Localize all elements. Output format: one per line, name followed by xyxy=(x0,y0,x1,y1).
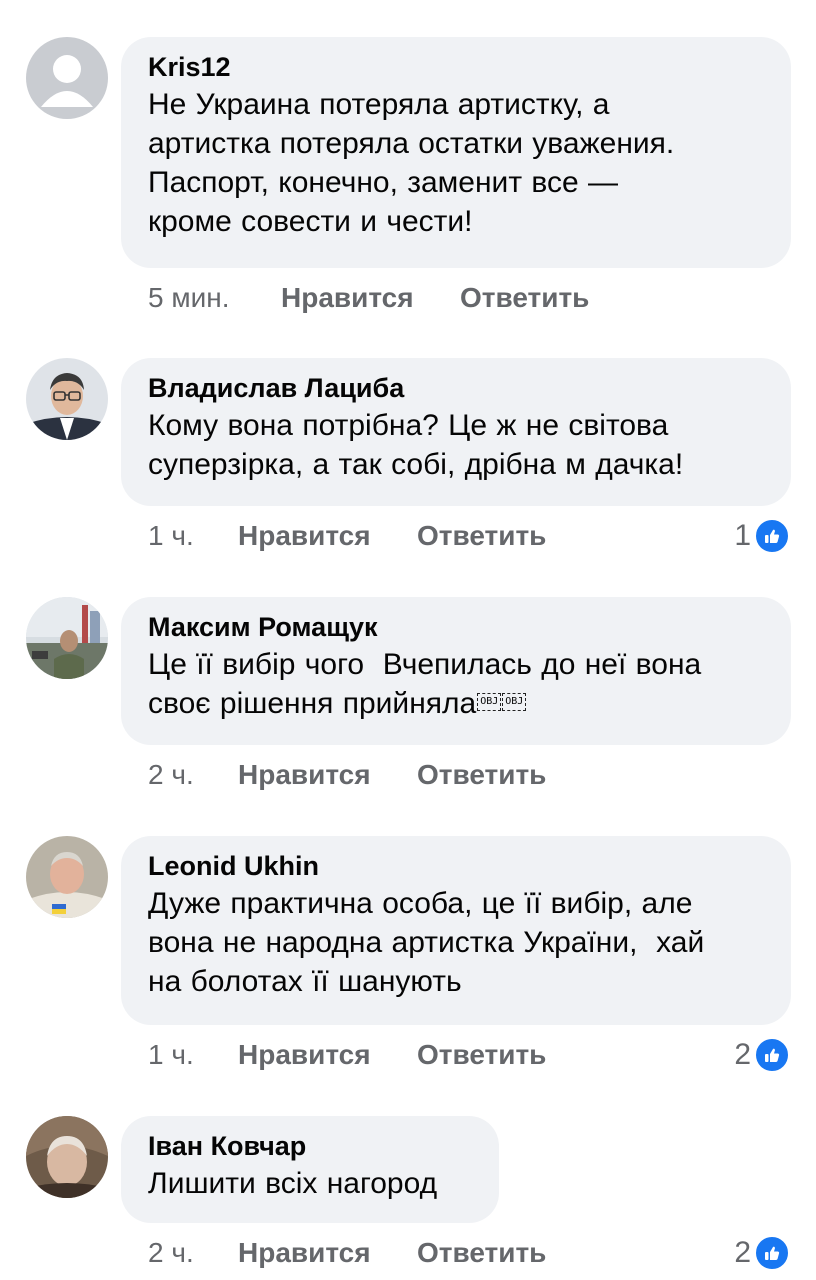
reply-button[interactable]: Ответить xyxy=(417,1035,546,1075)
comment-time[interactable]: 2 ч. xyxy=(148,755,194,795)
comment-time[interactable]: 5 мин. xyxy=(148,278,229,318)
comment-text: Лишити всіх нагород xyxy=(148,1167,438,1200)
like-button[interactable]: Нравится xyxy=(238,516,371,556)
avatar[interactable] xyxy=(26,597,108,679)
comment-author[interactable]: Kris12 xyxy=(148,49,765,85)
comment-bubble: Іван Ковчар Лишити всіх нагород xyxy=(121,1116,499,1223)
comment-author[interactable]: Владислав Лациба xyxy=(148,370,765,406)
avatar[interactable] xyxy=(26,358,108,440)
comment-text: Кому вона потрібна? Це ж не світова супе… xyxy=(148,409,684,481)
comment-author[interactable]: Leonid Ukhin xyxy=(148,848,765,884)
like-button[interactable]: Нравится xyxy=(238,1035,371,1075)
avatar-default-icon[interactable] xyxy=(26,37,108,119)
comment-bubble: Leonid Ukhin Дуже практична особа, це її… xyxy=(121,836,791,1025)
comment-text: Це її вибір чого Вчепилась до неї вона с… xyxy=(148,645,765,723)
comment-author[interactable]: Максим Ромащук xyxy=(148,609,765,645)
avatar[interactable] xyxy=(26,1116,108,1198)
comment-bubble: Максим Ромащук Це її вибір чого Вчепилас… xyxy=(121,597,791,745)
reactions-summary[interactable]: 2 xyxy=(734,1233,790,1273)
like-button[interactable]: Нравится xyxy=(238,755,371,795)
comment-time[interactable]: 1 ч. xyxy=(148,1035,194,1075)
reply-button[interactable]: Ответить xyxy=(417,516,546,556)
reply-button[interactable]: Ответить xyxy=(417,1233,546,1273)
thumbs-up-icon xyxy=(754,1037,790,1073)
avatar[interactable] xyxy=(26,836,108,918)
reactions-summary[interactable]: 2 xyxy=(734,1035,790,1075)
thumbs-up-icon xyxy=(754,1235,790,1271)
reply-button[interactable]: Ответить xyxy=(417,755,546,795)
reply-button[interactable]: Ответить xyxy=(460,278,589,318)
comment-meta: 5 мин. Нравится Ответить xyxy=(148,278,790,318)
reactions-summary[interactable]: 1 xyxy=(734,516,790,556)
reaction-count: 1 xyxy=(734,519,751,552)
comment-time[interactable]: 2 ч. xyxy=(148,1233,194,1273)
reaction-count: 2 xyxy=(734,1038,751,1071)
comment-bubble: Kris12 Не Украина потеряла артистку, а а… xyxy=(121,37,791,268)
thumbs-up-icon xyxy=(754,518,790,554)
comment-meta: 2 ч. Нравится Ответить xyxy=(148,755,790,795)
comment-text: Дуже практична особа, це її вибір, але в… xyxy=(148,887,705,998)
like-button[interactable]: Нравится xyxy=(281,278,414,318)
comment-time[interactable]: 1 ч. xyxy=(148,516,194,556)
comment-bubble: Владислав Лациба Кому вона потрібна? Це … xyxy=(121,358,791,506)
emoji-placeholder: OBJ xyxy=(477,693,502,712)
comment-author[interactable]: Іван Ковчар xyxy=(148,1128,473,1164)
comment-text: Не Украина потеряла артистку, а артистка… xyxy=(148,88,675,238)
like-button[interactable]: Нравится xyxy=(238,1233,371,1273)
emoji-placeholder: OBJ xyxy=(502,693,527,712)
reaction-count: 2 xyxy=(734,1236,751,1269)
comment-meta: 1 ч. Нравится Ответить 2 xyxy=(148,1035,790,1075)
comment-meta: 1 ч. Нравится Ответить 1 xyxy=(148,516,790,556)
comment-text-content: Це її вибір чого Вчепилась до неї вона с… xyxy=(148,648,702,720)
comment-meta: 2 ч. Нравится Ответить 2 xyxy=(148,1233,790,1273)
